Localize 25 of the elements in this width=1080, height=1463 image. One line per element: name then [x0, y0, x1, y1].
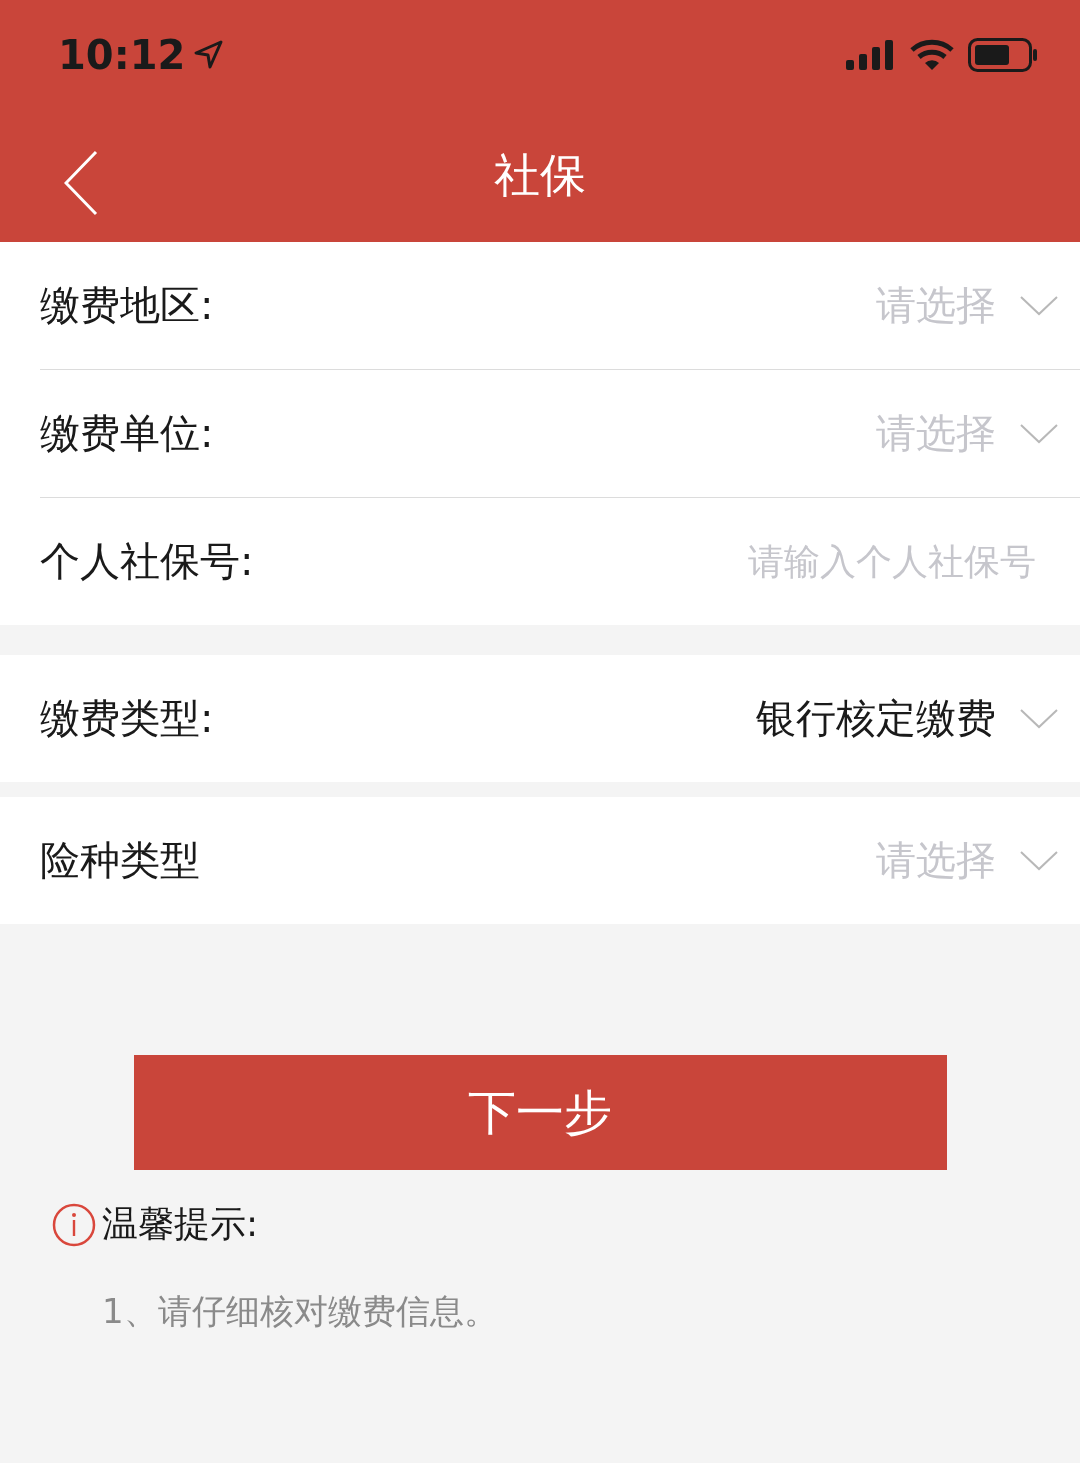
wifi-icon: [910, 39, 954, 71]
status-time: 10:12: [58, 32, 186, 78]
field-label: 缴费地区:: [40, 281, 214, 330]
back-chevron-icon: [64, 150, 98, 216]
next-button[interactable]: 下一步: [133, 1055, 947, 1170]
chevron-down-icon: [1020, 423, 1058, 444]
location-arrow-icon: [193, 40, 224, 70]
field-label: 险种类型: [40, 836, 200, 885]
page-title: 社保: [494, 147, 586, 204]
field-label: 个人社保号:: [40, 537, 254, 586]
tip-text: 1、请仔细核对缴费信息。: [102, 1290, 499, 1333]
field-label: 缴费单位:: [40, 409, 214, 458]
chevron-down-icon: [1020, 295, 1058, 316]
select-field[interactable]: 请选择: [876, 278, 1058, 333]
chevron-down-icon: [1020, 708, 1058, 729]
select-field[interactable]: 银行核定缴费: [756, 691, 1058, 746]
field-label: 缴费类型:: [40, 694, 214, 743]
select-field[interactable]: 请选择: [876, 406, 1058, 461]
signal-icon: [846, 40, 896, 70]
chevron-down-icon: [1020, 850, 1058, 871]
battery-icon: [968, 38, 1038, 72]
info-icon: [52, 1202, 96, 1247]
tip-title: 温馨提示:: [102, 1202, 259, 1246]
select-field[interactable]: 请选择: [876, 833, 1058, 888]
input-field[interactable]: 请输入个人社保号: [494, 540, 1038, 583]
